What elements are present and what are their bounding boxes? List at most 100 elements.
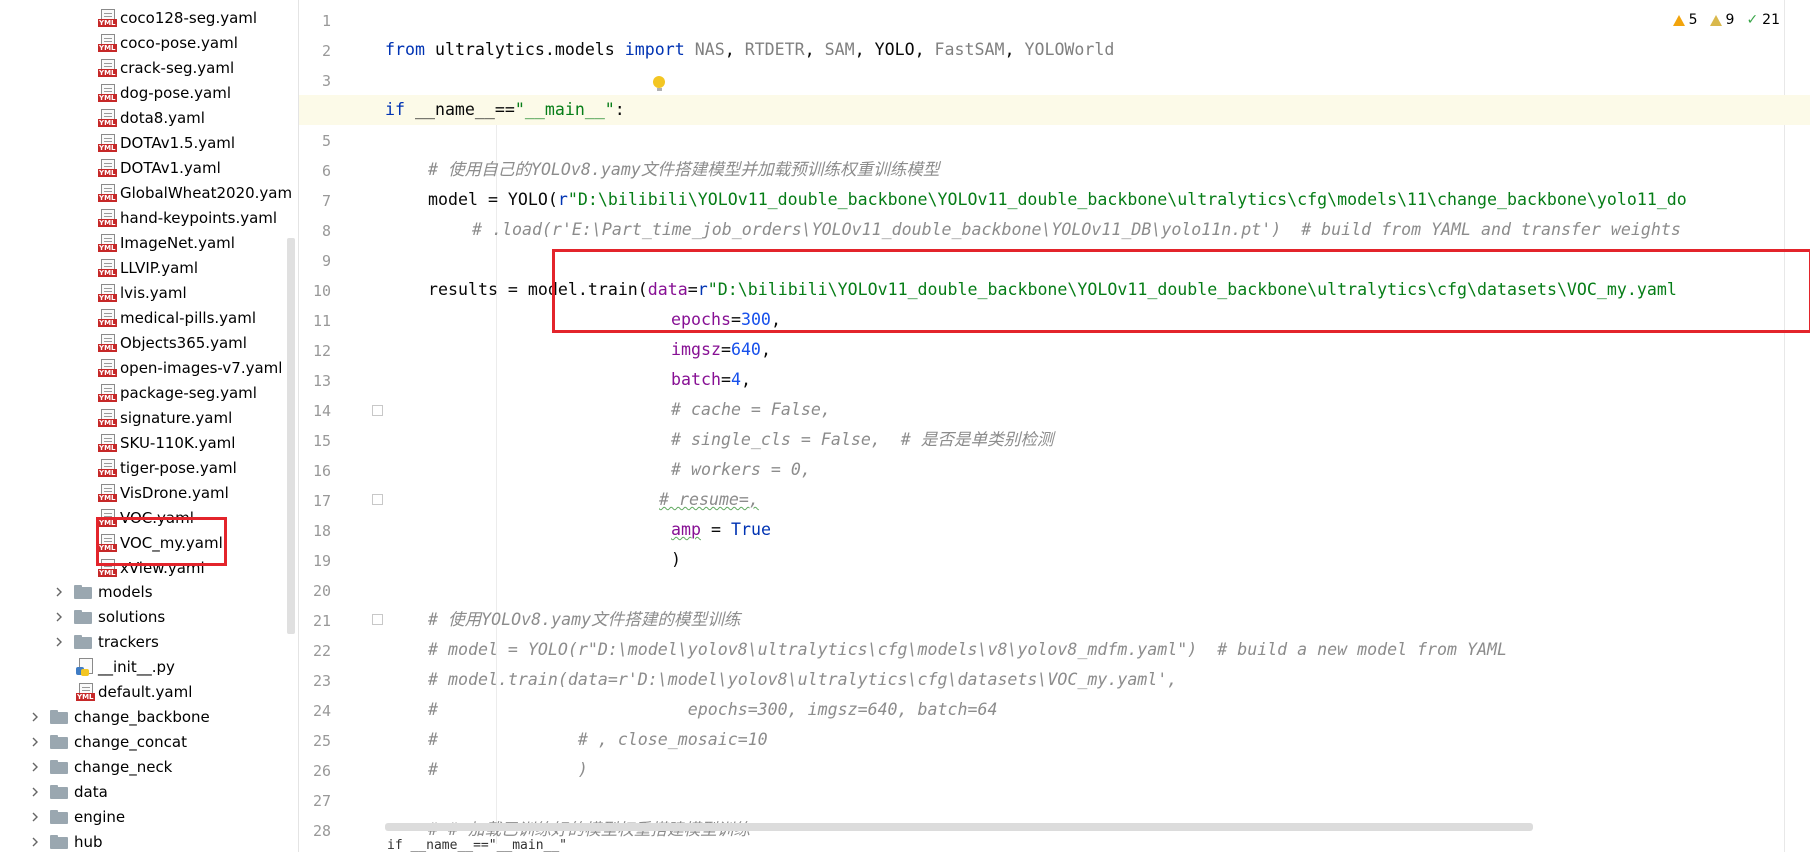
- yaml-file-icon: YML: [98, 108, 117, 127]
- tree-file-yaml[interactable]: YML coco128-seg.yaml: [98, 5, 257, 30]
- highlight-box-train-data: [552, 249, 1810, 333]
- tree-file-label: __init__.py: [98, 657, 175, 676]
- chevron-right-icon[interactable]: [30, 837, 40, 847]
- yaml-file-icon: YML: [98, 183, 117, 202]
- error-count[interactable]: 5: [1672, 12, 1698, 28]
- line-number: 7: [321, 192, 331, 210]
- tree-file-yaml[interactable]: YML SKU-110K.yaml: [98, 430, 235, 455]
- line-number: 11: [312, 312, 331, 330]
- warning-count[interactable]: 9: [1709, 12, 1734, 28]
- code-line-18[interactable]: amp = True: [671, 515, 771, 545]
- code-line-4[interactable]: if __name__=="__main__":: [385, 95, 625, 125]
- code-line-13[interactable]: batch=4,: [671, 365, 751, 395]
- tree-file-label: package-seg.yaml: [120, 383, 257, 402]
- tree-file-label: ImageNet.yaml: [120, 233, 235, 252]
- yaml-file-icon: YML: [98, 233, 117, 252]
- yaml-file-icon: YML: [98, 458, 117, 477]
- chevron-right-icon[interactable]: [54, 637, 64, 647]
- tree-file-yaml[interactable]: YML open-images-v7.yaml: [98, 355, 282, 380]
- tree-folder-data[interactable]: data: [30, 779, 108, 804]
- tree-file-yaml[interactable]: YML hand-keypoints.yaml: [98, 205, 277, 230]
- tree-folder-models[interactable]: models: [54, 579, 153, 604]
- horizontal-scrollbar[interactable]: [385, 823, 1533, 831]
- tree-file-yaml[interactable]: YML lvis.yaml: [98, 280, 187, 305]
- tree-file-yaml[interactable]: YML tiger-pose.yaml: [98, 455, 237, 480]
- tree-file-yaml[interactable]: YML signature.yaml: [98, 405, 232, 430]
- tree-file-yaml[interactable]: YML Objects365.yaml: [98, 330, 247, 355]
- tree-file-default-yaml[interactable]: YML default.yaml: [76, 679, 192, 704]
- yaml-file-icon: YML: [98, 258, 117, 277]
- yaml-file-icon: YML: [98, 408, 117, 427]
- tree-file-yaml[interactable]: YML dog-pose.yaml: [98, 80, 231, 105]
- code-line-17[interactable]: # resume=,: [659, 485, 759, 515]
- line-number: 21: [312, 612, 331, 630]
- code-line-21[interactable]: # 使用YOLOv8.yamy文件搭建的模型训练: [428, 605, 740, 635]
- tree-file-label: signature.yaml: [120, 408, 233, 427]
- line-number: 16: [312, 462, 331, 480]
- code-line-7[interactable]: model = YOLO(r"D:\bilibili\YOLOv11_doubl…: [428, 185, 1687, 215]
- tree-file-label: dota8.yaml: [120, 108, 205, 127]
- tree-file-yaml[interactable]: YML package-seg.yaml: [98, 380, 257, 405]
- code-line-24[interactable]: # epochs=300, imgsz=640, batch=64: [428, 695, 997, 725]
- line-number: 25: [312, 732, 331, 750]
- tree-folder-engine[interactable]: engine: [30, 804, 125, 829]
- code-line-25[interactable]: # # , close_mosaic=10: [428, 725, 768, 755]
- folder-icon: [50, 784, 68, 799]
- chevron-right-icon[interactable]: [30, 812, 40, 822]
- chevron-right-icon[interactable]: [30, 787, 40, 797]
- line-number: 1: [321, 12, 331, 30]
- project-tree: YML coco128-seg.yaml YML coco-pose.yaml YML c…: [0, 0, 299, 852]
- tree-file-yaml[interactable]: YML LLVIP.yaml: [98, 255, 198, 280]
- chevron-right-icon[interactable]: [30, 712, 40, 722]
- code-line-22[interactable]: # model = YOLO(r"D:\model\yolov8\ultraly…: [428, 635, 1507, 665]
- code-line-26[interactable]: # ): [428, 755, 588, 785]
- tree-folder-change-neck[interactable]: change_neck: [30, 754, 172, 779]
- tree-file-yaml[interactable]: YML DOTAv1.yaml: [98, 155, 221, 180]
- tree-file-init[interactable]: __init__.py: [76, 654, 175, 679]
- tree-file-label: Objects365.yaml: [120, 333, 247, 352]
- code-area[interactable]: from ultralytics.models import NAS, RTDE…: [299, 0, 1810, 852]
- yaml-file-icon: YML: [98, 308, 117, 327]
- tree-file-label: coco-pose.yaml: [120, 33, 238, 52]
- chevron-right-icon[interactable]: [30, 737, 40, 747]
- line-number: 17: [312, 492, 331, 510]
- code-breadcrumb[interactable]: if __name__=="__main__": [387, 838, 567, 852]
- line-number: 22: [312, 642, 331, 660]
- tree-file-yaml[interactable]: YML coco-pose.yaml: [98, 30, 238, 55]
- tree-folder-solutions[interactable]: solutions: [54, 604, 165, 629]
- tree-scrollbar[interactable]: [287, 238, 295, 634]
- code-line-2[interactable]: from ultralytics.models import NAS, RTDE…: [385, 35, 1114, 65]
- code-line-8[interactable]: # .load(r'E:\Part_time_job_orders\YOLOv1…: [472, 215, 1681, 245]
- chevron-right-icon[interactable]: [30, 762, 40, 772]
- folder-icon: [74, 609, 92, 624]
- yaml-file-icon: YML: [98, 208, 117, 227]
- yaml-file-icon: YML: [98, 383, 117, 402]
- tree-file-label: coco128-seg.yaml: [120, 8, 258, 27]
- inspection-widget[interactable]: 5 9 ✓ 21: [1672, 12, 1780, 28]
- tree-folder-trackers[interactable]: trackers: [54, 629, 159, 654]
- typo-count[interactable]: ✓ 21: [1746, 12, 1780, 28]
- tree-folder-change-concat[interactable]: change_concat: [30, 729, 187, 754]
- tree-folder-hub[interactable]: hub: [30, 829, 103, 852]
- tree-file-yaml[interactable]: YML VisDrone.yaml: [98, 480, 229, 505]
- tree-file-yaml[interactable]: YML GlobalWheat2020.yam: [98, 180, 292, 205]
- tree-folder-change-backbone[interactable]: change_backbone: [30, 704, 210, 729]
- code-line-23[interactable]: # model.train(data=r'D:\model\yolov8\ult…: [428, 665, 1177, 695]
- code-editor[interactable]: 1234567891011121314151617181920212223242…: [299, 0, 1810, 852]
- code-line-19[interactable]: ): [671, 545, 681, 575]
- code-line-12[interactable]: imgsz=640,: [671, 335, 771, 365]
- tree-file-yaml[interactable]: YML DOTAv1.5.yaml: [98, 130, 235, 155]
- tree-file-yaml[interactable]: YML ImageNet.yaml: [98, 230, 235, 255]
- line-number: 18: [312, 522, 331, 540]
- tree-file-yaml[interactable]: YML medical-pills.yaml: [98, 305, 256, 330]
- tree-file-yaml[interactable]: YML crack-seg.yaml: [98, 55, 234, 80]
- lightbulb-icon[interactable]: [653, 76, 665, 91]
- code-line-14[interactable]: # cache = False,: [671, 395, 831, 425]
- chevron-right-icon[interactable]: [54, 587, 64, 597]
- chevron-right-icon[interactable]: [54, 612, 64, 622]
- code-line-6[interactable]: # 使用自己的YOLOv8.yamy文件搭建模型并加载预训练权重训练模型: [428, 155, 940, 185]
- code-line-15[interactable]: # single_cls = False, # 是否是单类别检测: [671, 425, 1054, 455]
- tree-file-yaml[interactable]: YML dota8.yaml: [98, 105, 205, 130]
- tree-file-label: open-images-v7.yaml: [120, 358, 283, 377]
- code-line-16[interactable]: # workers = 0,: [671, 455, 811, 485]
